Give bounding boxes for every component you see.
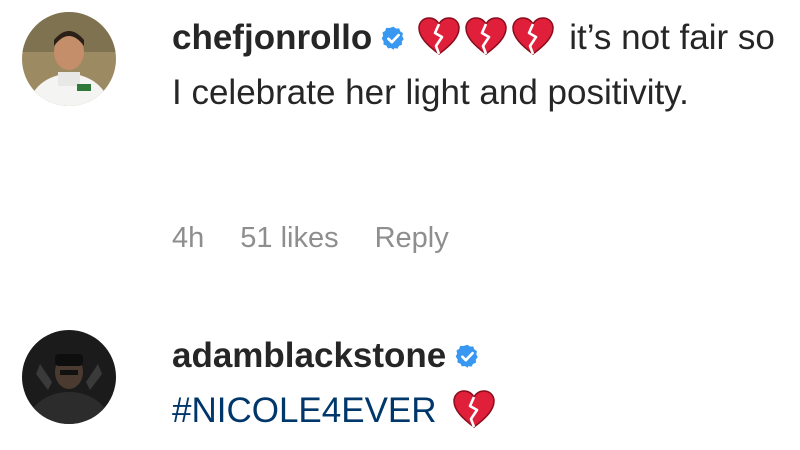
comment-text: chefjonrollo it’s not fair so I celebrate… [172,10,780,120]
broken-heart-icon [511,16,555,56]
verified-badge-icon [454,343,481,370]
comment-text: adamblackstone #NICOLE4EVER [172,328,780,438]
hashtag-link[interactable]: #NICOLE4EVER [172,391,437,430]
broken-heart-icon [452,389,496,429]
comment-timestamp[interactable]: 4h [172,222,204,255]
comment-meta: 4h 51 likes Reply [172,222,449,255]
comment-body: adamblackstone #NICOLE4EVER [172,328,780,438]
likes-count[interactable]: 51 likes [240,222,338,255]
avatar[interactable] [22,12,116,106]
reply-button[interactable]: Reply [375,222,449,255]
comment-body: chefjonrollo it’s not fair so I celebrate… [172,10,780,120]
broken-heart-icon [464,16,508,56]
username[interactable]: adamblackstone [172,336,446,375]
broken-heart-icon [417,16,461,56]
verified-badge-icon [380,25,407,52]
username[interactable]: chefjonrollo [172,18,372,57]
avatar[interactable] [22,330,116,424]
